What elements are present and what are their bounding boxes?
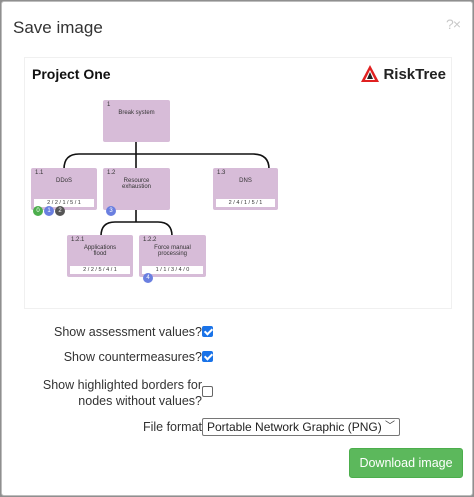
countermeasure-badge: 4: [143, 273, 153, 283]
tree-node[interactable]: 1.1 DDoS 2 / 2 / 1 / 5 / 1: [31, 168, 97, 210]
download-image-button[interactable]: Download image: [349, 448, 463, 478]
tree-node[interactable]: 1.3 DNS 2 / 4 / 1 / 5 / 1: [213, 168, 278, 210]
countermeasure-badge: 1: [44, 206, 54, 216]
highlighted-borders-label: Show highlighted borders for nodes witho…: [42, 378, 202, 408]
tree-node[interactable]: 1.2 Resource exhaustion: [103, 168, 170, 210]
tree-node[interactable]: 1.2.1 Applications flood 2 / 2 / 5 / 4 /…: [67, 235, 133, 277]
assessment-values-label: Show assessment values?: [54, 325, 202, 339]
file-format-label: File format: [142, 420, 202, 434]
countermeasures-checkbox[interactable]: [202, 351, 213, 362]
chevron-down-icon: ﹀: [385, 421, 395, 432]
image-preview: Project One RiskTree 1 Break system 1.1 …: [24, 57, 452, 309]
countermeasure-badge: 0: [33, 206, 43, 216]
countermeasure-badge: 2: [55, 206, 65, 216]
assessment-values-checkbox[interactable]: [202, 326, 213, 337]
help-close-icon[interactable]: ?×: [446, 16, 461, 32]
tree-node[interactable]: 1.2.2 Force manual processing 1 / 1 / 3 …: [139, 235, 206, 277]
tree-node[interactable]: 1 Break system: [103, 100, 170, 142]
preview-canvas: Project One RiskTree 1 Break system 1.1 …: [25, 58, 451, 308]
file-format-select[interactable]: Portable Network Graphic (PNG) ﹀: [202, 418, 400, 436]
save-image-dialog: Save image ?× Project One RiskTree 1 Bre…: [1, 1, 473, 496]
countermeasures-label: Show countermeasures?: [63, 350, 202, 364]
dialog-title: Save image: [13, 18, 103, 37]
countermeasure-badge: 3: [106, 206, 116, 216]
highlighted-borders-checkbox[interactable]: [202, 386, 213, 397]
